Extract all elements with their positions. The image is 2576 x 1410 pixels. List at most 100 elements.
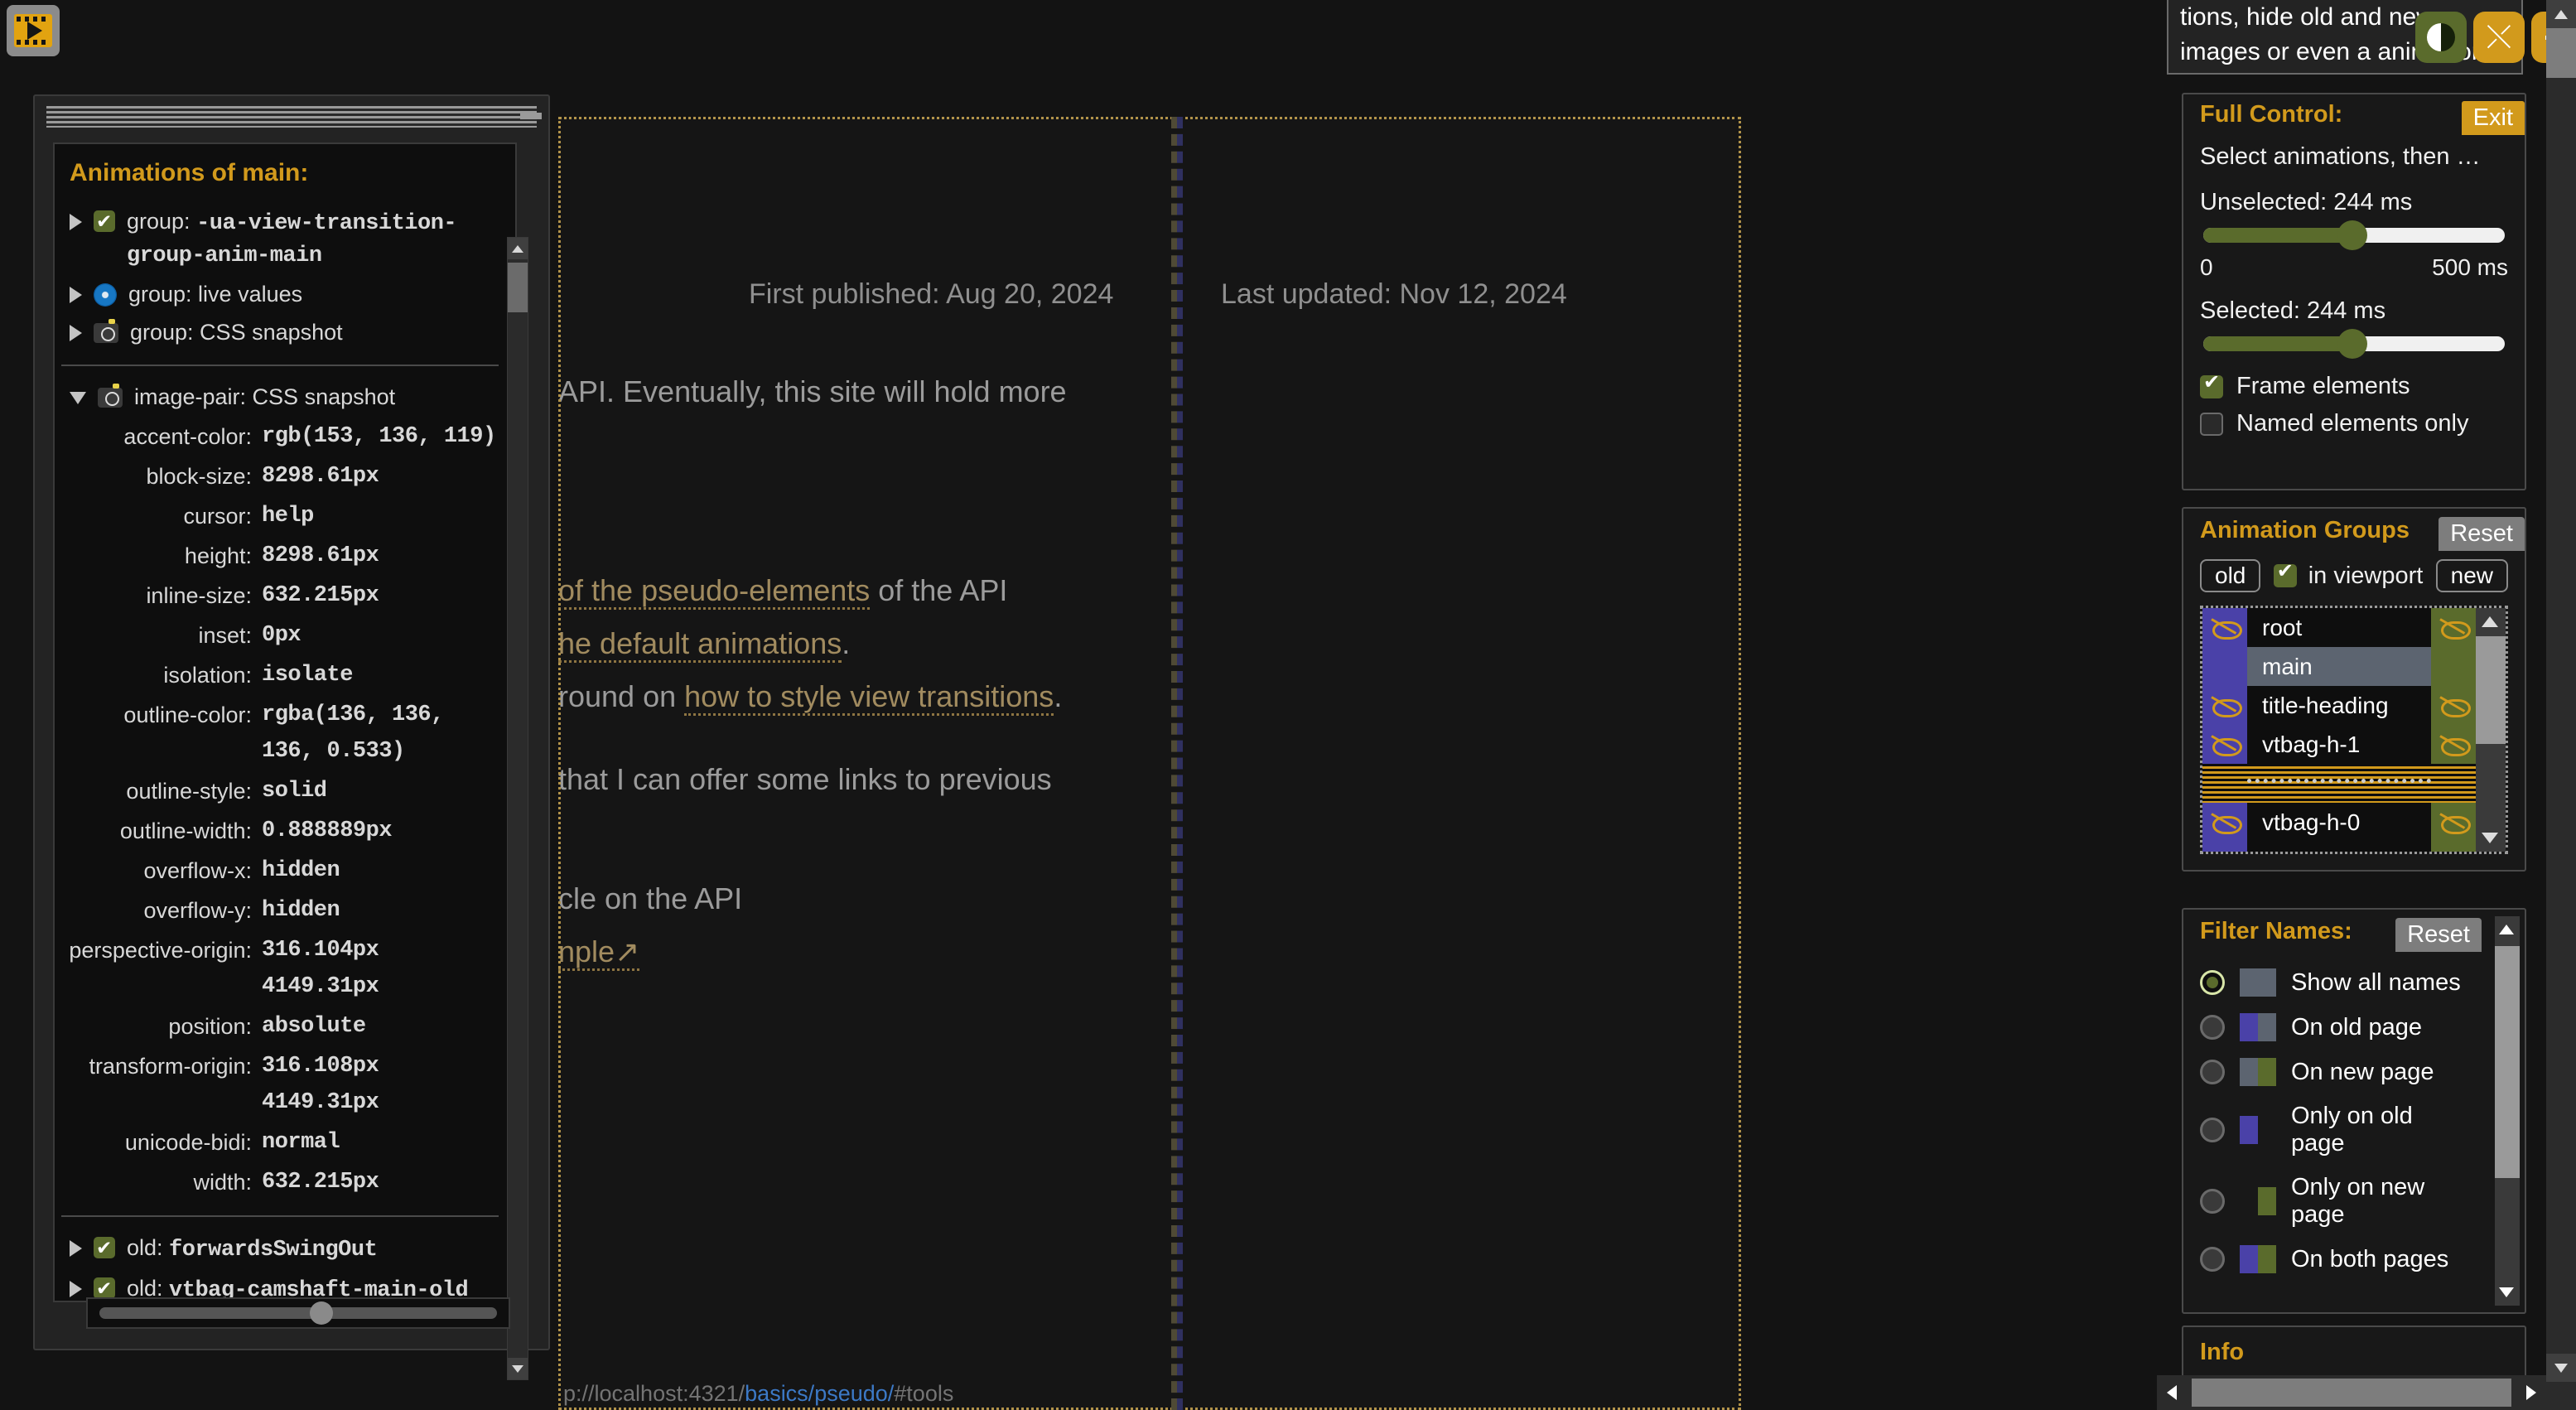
filter-radio[interactable] [2200,1247,2225,1272]
new-visibility-toggle[interactable] [2431,608,2476,647]
rail-down-arrow[interactable] [2546,1354,2576,1382]
groups-scroll-thumb[interactable] [2476,636,2506,744]
tree-row-identifier: -ua-view-transition-group-anim-main [127,211,457,268]
unselected-duration-slider[interactable] [2203,220,2505,250]
named-elements-row[interactable]: Named elements only [2200,410,2508,437]
app-logo-button[interactable] [7,5,60,56]
eye-slash-icon [2212,814,2242,834]
contrast-icon[interactable] [2415,12,2467,63]
selected-duration-slider[interactable] [2203,329,2505,359]
animation-group-item[interactable]: bsky [2247,842,2431,852]
animation-group-item[interactable]: vtbag-h-1 [2247,725,2431,764]
filter-radio[interactable] [2200,1015,2225,1040]
old-visibility-toggle[interactable] [2202,842,2247,852]
in-viewport-checkbox[interactable] [2273,559,2297,587]
filter-scroll-thumb[interactable] [2495,946,2520,1178]
rail-thumb[interactable] [2546,28,2576,78]
animation-group-item[interactable]: main [2247,647,2431,686]
frame-elements-label: Frame elements [2236,373,2410,399]
filter-radio[interactable] [2200,1189,2225,1214]
hscroll-left-arrow[interactable] [2157,1375,2192,1410]
frame-elements-row[interactable]: Frame elements [2200,370,2508,400]
rail-up-arrow[interactable] [2546,0,2576,28]
close-x-icon[interactable]: ⤬ [2473,12,2525,63]
animation-group-item[interactable]: vtbag-h-0 [2247,803,2431,842]
in-viewport-row[interactable]: in viewport [2273,559,2423,590]
old-visibility-toggle[interactable] [2202,608,2247,647]
css-property-row: width: 632.215px [55,1162,507,1202]
chevron-right-icon[interactable] [70,1281,82,1297]
filter-color-swatch [2240,1013,2276,1041]
hscroll-right-arrow[interactable] [2511,1375,2546,1410]
filter-option-row[interactable]: Show all names [2200,968,2470,997]
chevron-right-icon[interactable] [70,1240,82,1257]
bottom-horizontal-scrollbar[interactable] [2157,1375,2546,1410]
filter-radio[interactable] [2200,1060,2225,1084]
camera-icon [94,319,118,343]
window-collapse-button[interactable] [520,113,542,119]
css-property-value: 316.104px 4149.31px [262,938,379,999]
new-visibility-toggle[interactable] [2431,725,2476,764]
inspector-horizontal-slider[interactable] [86,1297,510,1329]
exit-button[interactable]: Exit [2461,101,2525,135]
animation-groups-reset-button[interactable]: Reset [2439,517,2525,551]
old-visibility-toggle[interactable] [2202,725,2247,764]
filter-option-row[interactable]: Only on old page [2200,1103,2470,1157]
animation-tree-row[interactable]: group: -ua-view-transition-group-anim-ma… [70,202,509,275]
filter-names-scrollbar[interactable] [2495,916,2520,1306]
slider-knob[interactable] [310,1301,334,1325]
filter-names-reset-button[interactable]: Reset [2395,918,2482,952]
inspection-window: Animations of main: group: -ua-view-tran… [33,94,550,1380]
filter-radio[interactable] [2200,1118,2225,1142]
chevron-right-icon[interactable] [70,287,82,303]
inspector-vertical-scrollbar[interactable] [507,237,528,1380]
panel-scroll-rail[interactable] [2546,0,2576,1410]
chevron-down-icon[interactable] [70,392,86,413]
filter-option-row[interactable]: Only on new page [2200,1174,2470,1229]
animation-tree-row[interactable]: image-pair: CSS snapshot [70,378,509,417]
animation-groups-list[interactable]: rootmaintitle-headingvtbag-h-1 vtbag-h-0b… [2200,606,2508,854]
new-visibility-toggle[interactable] [2431,803,2476,842]
animation-tree-row[interactable]: group: live values [70,275,509,313]
filter-radio[interactable] [2200,970,2225,995]
animation-tree-row[interactable]: old: forwardsSwingOut [70,1229,509,1269]
old-visibility-toggle[interactable] [2202,803,2247,842]
animation-group-item[interactable]: title-heading [2247,686,2431,725]
group-row-divider [2431,764,2476,803]
css-property-row: inset: 0px [55,616,507,655]
filter-option-row[interactable]: On both pages [2200,1245,2470,1273]
chevron-right-icon[interactable] [70,214,82,230]
slider-track[interactable] [99,1301,497,1325]
css-property-value: rgba(136, 136, 136, 0.533) [262,703,444,764]
css-property-name: outline-style: [126,779,252,804]
status-url-origin: p://localhost:4321/ [563,1381,745,1406]
named-elements-checkbox[interactable] [2200,412,2223,436]
frame-elements-checkbox[interactable] [2200,370,2223,398]
filter-option-row[interactable]: On old page [2200,1013,2470,1041]
chevron-right-icon[interactable] [70,325,82,341]
eye-slash-icon [2212,698,2242,717]
css-property-name: position: [168,1014,252,1039]
scroll-down-arrow[interactable] [508,1358,528,1379]
old-visibility-toggle[interactable] [2202,647,2247,686]
old-page-boundary [1171,117,1177,1410]
window-drag-handle[interactable] [46,106,542,128]
filter-color-swatch [2240,1116,2276,1144]
hscroll-track[interactable] [2192,1379,2511,1407]
old-visibility-toggle[interactable] [2202,686,2247,725]
groups-scrollbar[interactable] [2476,608,2506,852]
new-visibility-toggle[interactable] [2431,686,2476,725]
scroll-thumb[interactable] [508,263,528,312]
filter-old-button[interactable]: old [2200,559,2261,592]
filter-option-row[interactable]: On new page [2200,1058,2470,1086]
scroll-up-arrow[interactable] [508,238,528,259]
animation-group-item[interactable]: root [2247,608,2431,647]
filter-new-button[interactable]: new [2435,559,2508,592]
checkbox-checked-icon[interactable] [94,206,115,236]
animation-tree-row[interactable]: group: CSS snapshot [70,313,509,351]
checkbox-checked-icon[interactable] [94,1273,115,1301]
new-visibility-toggle[interactable] [2431,647,2476,686]
new-visibility-toggle[interactable] [2431,842,2476,852]
css-property-name: block-size: [146,464,252,489]
checkbox-checked-icon[interactable] [94,1233,115,1263]
